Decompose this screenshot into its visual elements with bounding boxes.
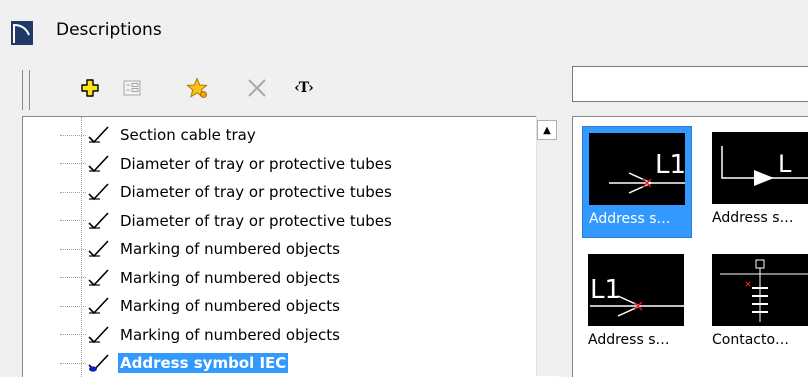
tree-item[interactable]: Marking of numbered objects [60,264,342,292]
symbol-tile-label: Contacto… [712,332,790,348]
checkmark-icon [88,297,109,315]
text-tool-button[interactable]: ‹T› [288,74,320,102]
properties-button[interactable] [120,74,144,102]
tree-item[interactable]: Diameter of tray or protective tubes [60,207,394,235]
favorite-button[interactable] [185,74,209,102]
checkmark-icon [88,325,109,343]
tree-scrollbar[interactable]: ▲ [536,116,559,376]
scroll-up-button[interactable]: ▲ [537,120,557,140]
symbol-preview: L [712,132,808,204]
close-icon [248,79,266,97]
search-input[interactable] [572,66,808,102]
tree-branch-line [60,191,86,193]
window-title: Descriptions [56,20,162,40]
tree-item[interactable]: Section cable tray [60,121,258,149]
svg-text:L1: L1 [590,275,621,305]
symbol-preview [712,254,808,326]
checkmark-icon [88,354,109,372]
symbol-preview: L1 [588,254,684,326]
tree-item-label: Diameter of tray or protective tubes [120,211,392,230]
checkmark-icon [88,154,109,172]
symbol-tile-label: Address s… [588,332,670,348]
tree-branch-line [60,362,86,364]
tree-item[interactable]: Marking of numbered objects [60,321,342,349]
tree-item-label: Marking of numbered objects [120,325,340,344]
svg-text:L: L [778,150,792,178]
symbol-tile-label: Address s… [712,210,794,226]
checkmark-icon [88,240,109,258]
symbol-tile[interactable]: L1 Address s… [582,248,692,360]
tree-item[interactable]: Marking of numbered objects [60,292,342,320]
tree-item-label: Address symbol IEC [118,353,289,373]
svg-text:L1: L1 [655,150,685,180]
tree-branch-line [60,334,86,335]
tree-item[interactable]: Diameter of tray or protective tubes [60,178,394,206]
checkmark-icon [88,126,109,144]
symbol-tile[interactable]: L Address s… [706,126,808,238]
tree-item-label: Diameter of tray or protective tubes [120,183,392,201]
app-icon [11,21,33,45]
tree-item[interactable]: Diameter of tray or protective tubes [60,150,394,178]
symbol-tile[interactable]: L1 Address s… [582,126,692,238]
checkmark-icon [88,183,109,201]
tree-item-label: Section cable tray [120,126,256,144]
tree-branch-line [60,220,86,221]
title-bar: Descriptions [0,0,808,62]
tree-branch-line [60,134,86,136]
symbol-preview: L1 [589,133,686,205]
toolbar-grip[interactable] [22,70,30,110]
tree-item-label: Marking of numbered objects [120,240,340,258]
checkmark-icon [88,268,109,286]
tree-item-label: Marking of numbered objects [120,268,340,287]
tree-item-label: Marking of numbered objects [120,297,340,315]
tree-branch-line [60,163,86,164]
checkmark-icon [88,211,109,229]
symbol-tile[interactable]: Contacto… [706,248,808,360]
delete-button[interactable] [245,74,269,102]
symbol-tile-label: Address s… [589,211,671,227]
add-button[interactable] [78,74,102,102]
tree-branch-line [60,248,86,250]
form-icon [123,80,141,96]
star-icon [186,77,208,98]
tree-branch-line [60,277,86,278]
plus-icon [81,79,99,97]
tree-branch-line [60,305,86,307]
tree-item[interactable]: Marking of numbered objects [60,235,342,263]
tree-item-label: Diameter of tray or protective tubes [120,154,392,173]
